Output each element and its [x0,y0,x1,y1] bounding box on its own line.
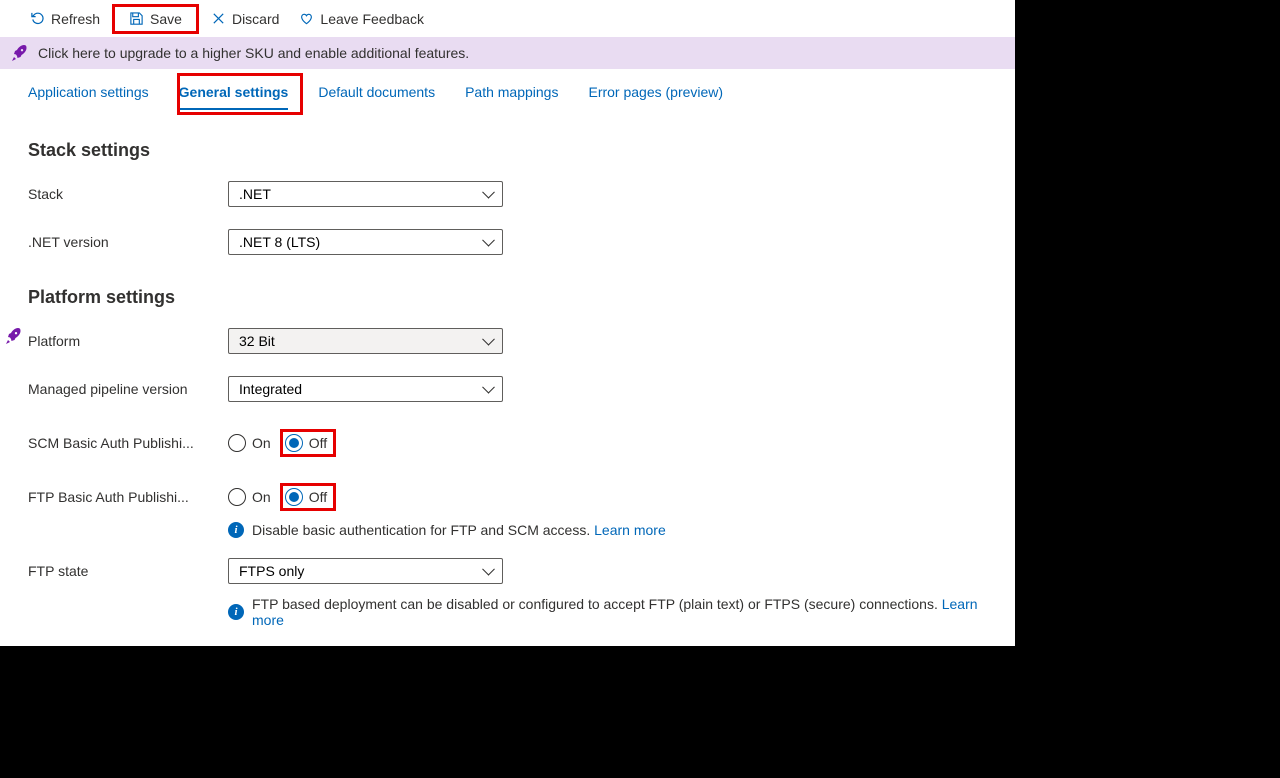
platform-label: Platform [28,333,228,349]
info-icon: i [228,522,244,538]
scm-off-radio[interactable]: Off [285,434,327,452]
tab-path-mappings[interactable]: Path mappings [465,84,558,110]
ftpstate-select[interactable]: FTPS only [228,558,503,584]
section-stack-settings: Stack settings [28,140,987,161]
scm-radio-group: On Off [228,434,327,452]
radio-icon [285,488,303,506]
tab-application-settings[interactable]: Application settings [28,84,149,110]
heart-icon [299,11,314,26]
content: Stack settings Stack .NET .NET version .… [0,110,1015,656]
stack-label: Stack [28,186,228,202]
info-icon: i [228,604,244,620]
discard-label: Discard [232,11,279,27]
upgrade-banner[interactable]: Click here to upgrade to a higher SKU an… [0,37,1015,69]
discard-icon [211,11,226,26]
tab-general-settings[interactable]: General settings [179,84,289,110]
discard-button[interactable]: Discard [203,7,287,31]
refresh-label: Refresh [51,11,100,27]
radio-icon [285,434,303,452]
ftp-label: FTP Basic Auth Publishi... [28,489,228,505]
save-label: Save [150,11,182,27]
netversion-select[interactable]: .NET 8 (LTS) [228,229,503,255]
rocket-icon [12,45,28,61]
ftp-on-radio[interactable]: On [228,488,271,506]
save-icon [129,11,144,26]
banner-text: Click here to upgrade to a higher SKU an… [38,45,469,61]
radio-icon [228,434,246,452]
tab-error-pages[interactable]: Error pages (preview) [588,84,723,110]
stack-select[interactable]: .NET [228,181,503,207]
ftpstate-label: FTP state [28,563,228,579]
pipeline-label: Managed pipeline version [28,381,228,397]
section-platform-settings: Platform settings [28,287,987,308]
ftp-off-radio[interactable]: Off [285,488,327,506]
ftpstate-info: i FTP based deployment can be disabled o… [228,596,987,628]
radio-icon [228,488,246,506]
learn-more-link[interactable]: Learn more [594,522,666,538]
refresh-icon [30,11,45,26]
toolbar: Refresh Save Discard Leave Feedback [0,0,1015,37]
platform-select[interactable]: 32 Bit [228,328,503,354]
ftp-radio-group: On Off [228,488,327,506]
netversion-label: .NET version [28,234,228,250]
basicauth-info: i Disable basic authentication for FTP a… [228,522,987,538]
feedback-label: Leave Feedback [320,11,424,27]
rocket-icon [6,328,22,344]
pipeline-select[interactable]: Integrated [228,376,503,402]
tab-default-documents[interactable]: Default documents [318,84,435,110]
feedback-button[interactable]: Leave Feedback [291,7,432,31]
tabs: Application settings General settings De… [0,69,1015,110]
save-button[interactable]: Save [112,4,199,34]
scm-on-radio[interactable]: On [228,434,271,452]
refresh-button[interactable]: Refresh [22,7,108,31]
scm-label: SCM Basic Auth Publishi... [28,435,228,451]
